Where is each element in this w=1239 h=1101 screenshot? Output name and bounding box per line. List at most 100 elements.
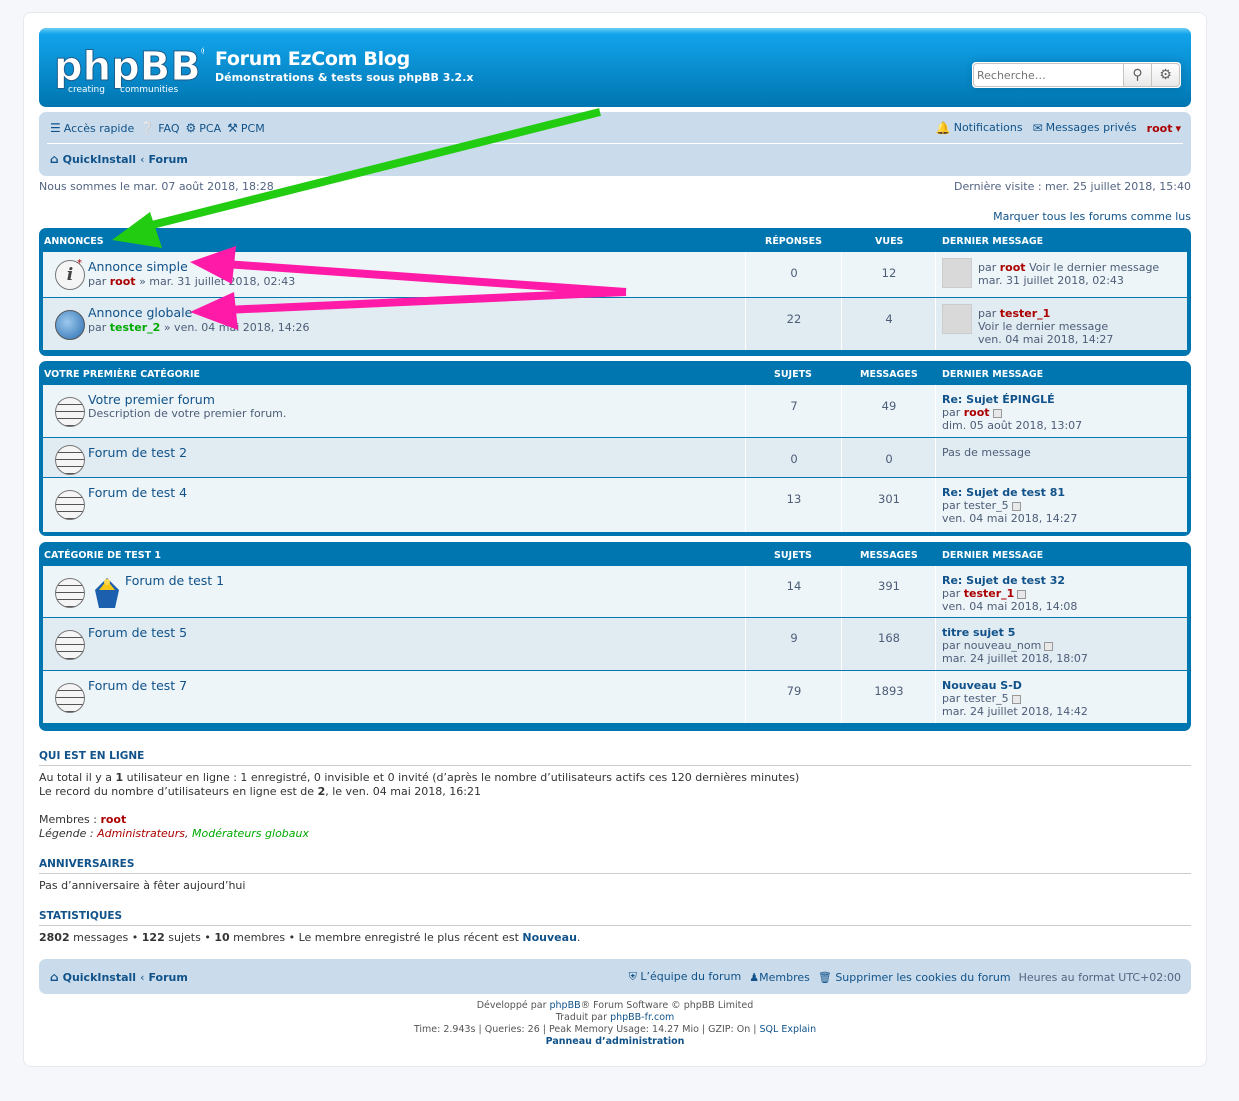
topic-title[interactable]: Annonce simple — [88, 259, 188, 274]
copyright: Développé par phpBB® Forum Software © ph… — [413, 1000, 817, 1047]
crumb-forum[interactable]: Forum — [148, 153, 187, 166]
phpbb-fr-link[interactable]: phpBB-fr.com — [610, 1012, 674, 1023]
forum-read-icon — [55, 397, 85, 427]
forum-title[interactable]: Votre premier forum — [88, 392, 215, 407]
search-input[interactable] — [973, 63, 1124, 87]
newest-member-link[interactable]: Nouveau — [522, 931, 576, 944]
announcements-header: Annonces — [44, 236, 104, 247]
statistics-section: Statistiques 2802 messages • 122 sujets … — [39, 910, 1191, 945]
forum-row: Forum de test 2 0 0 Pas de message — [43, 438, 1187, 478]
view-latest-post-link[interactable]: Voir le dernier message — [978, 320, 1108, 333]
topic-title[interactable]: Annonce globale — [88, 305, 192, 320]
notifications-link[interactable]: 🔔 Notifications — [936, 121, 1023, 135]
legend-mods[interactable]: Modérateurs globaux — [192, 827, 309, 840]
search-box: ⚲ ⚙ — [972, 62, 1181, 88]
birthdays-section: Anniversaires Pas d’anniversaire à fêter… — [39, 858, 1191, 893]
last-post-title[interactable]: Nouveau S-D — [942, 679, 1022, 692]
forum-row: Votre premier forum Description de votre… — [43, 385, 1187, 438]
goto-post-icon[interactable] — [1011, 694, 1021, 704]
category-header[interactable]: Votre première catégorie — [44, 369, 200, 380]
forum-read-icon — [55, 630, 85, 660]
forum-row: Forum de test 7 79 1893 Nouveau S-D par … — [43, 671, 1187, 723]
phpbb-logo[interactable]: phpBB ® creating communities — [54, 40, 210, 96]
category-box: Catégorie de test 1 Sujets Messages Dern… — [39, 542, 1191, 731]
site-description: Démonstrations & tests sous phpBB 3.2.x — [215, 71, 474, 84]
members-link[interactable]: ♟Membres — [749, 971, 810, 984]
last-post-title[interactable]: Re: Sujet de test 81 — [942, 486, 1065, 499]
acp-link[interactable]: ⚙ PCA — [186, 121, 222, 135]
forum-title[interactable]: Forum de test 2 — [88, 445, 187, 460]
category-box: Votre première catégorie Sujets Messages… — [39, 361, 1191, 536]
crumb-home[interactable]: QuickInstall — [63, 153, 136, 166]
current-time: Nous sommes le mar. 07 août 2018, 18:28 — [39, 180, 274, 193]
forum-title[interactable]: Forum de test 4 — [88, 485, 187, 500]
goto-post-icon[interactable] — [1017, 589, 1027, 599]
home-icon: ⌂ — [50, 970, 59, 984]
search-icon: ⚲ — [1132, 67, 1143, 83]
home-icon: ⌂ — [50, 152, 59, 166]
footer-navbar: ⌂ QuickInstall ‹ Forum ⛨ L’équipe du for… — [39, 959, 1191, 994]
search-button[interactable]: ⚲ — [1124, 63, 1152, 87]
gavel-icon: ⚒ — [227, 121, 238, 135]
topic-row: i * Annonce simple par root » mar. 31 ju… — [43, 252, 1187, 298]
site-title: Forum EzCom Blog — [215, 48, 410, 70]
gear-icon: ⚙ — [1159, 67, 1172, 83]
forum-row: Forum de test 5 9 168 titre sujet 5 par … — [43, 618, 1187, 671]
last-post-title[interactable]: Re: Sujet ÉPINGLÉ — [942, 393, 1055, 406]
legend-admins[interactable]: Administrateurs — [97, 827, 185, 840]
announcements-box: Annonces Réponses Vues Dernier message i… — [39, 228, 1191, 356]
private-messages-link[interactable]: ✉ Messages privés — [1033, 121, 1137, 135]
avatar — [942, 304, 972, 334]
goto-post-icon[interactable] — [1044, 641, 1054, 651]
users-icon: ♟ — [749, 970, 760, 984]
team-link[interactable]: ⛨ L’équipe du forum — [629, 970, 742, 984]
svg-text:creating: creating — [68, 85, 105, 95]
mcp-link[interactable]: ⚒ PCM — [227, 121, 265, 135]
inbox-icon: ✉ — [1032, 121, 1043, 135]
last-post-title[interactable]: titre sujet 5 — [942, 626, 1015, 639]
navbar: ☰ Accès rapide ❔ FAQ ⚙ PCA ⚒ PCM 🔔 Notificati… — [39, 112, 1191, 176]
phpbb-link[interactable]: phpBB — [550, 1000, 581, 1011]
user-menu[interactable]: root ▾ — [1147, 122, 1181, 135]
timezone-label: Heures au format UTC+02:00 — [1018, 970, 1181, 984]
forum-title[interactable]: Forum de test 1 — [125, 573, 224, 588]
svg-text:communities: communities — [120, 85, 178, 95]
quick-links-menu[interactable]: ☰ Accès rapide — [50, 121, 134, 135]
bell-icon: 🔔 — [935, 121, 951, 135]
forum-title[interactable]: Forum de test 7 — [88, 678, 187, 693]
last-visit: Dernière visite : mer. 25 juillet 2018, … — [954, 180, 1191, 193]
online-user[interactable]: root — [100, 813, 126, 826]
faq-link[interactable]: ❔ FAQ — [140, 121, 179, 135]
delete-cookies-link[interactable]: 🗑 Supprimer les cookies du forum — [818, 971, 1011, 984]
avatar — [942, 258, 972, 288]
author-link[interactable]: tester_2 — [110, 321, 161, 334]
forum-image-icon — [95, 578, 119, 608]
forum-title[interactable]: Forum de test 5 — [88, 625, 187, 640]
question-icon: ❔ — [140, 121, 156, 135]
goto-post-icon[interactable] — [1011, 501, 1021, 511]
shield-icon: ⛨ — [628, 970, 637, 983]
view-latest-post-link[interactable]: Voir le dernier message — [1029, 261, 1159, 274]
who-is-online-header[interactable]: Qui est en ligne — [39, 750, 144, 762]
advanced-search-button[interactable]: ⚙ — [1152, 63, 1180, 87]
mark-all-read-link[interactable]: Marquer tous les forums comme lus — [993, 210, 1191, 223]
author-link[interactable]: root — [110, 275, 136, 288]
forum-read-icon — [55, 578, 85, 608]
sql-explain-link[interactable]: SQL Explain — [760, 1024, 817, 1035]
who-is-online-section: Qui est en ligne Au total il y a 1 utili… — [39, 750, 1191, 841]
logo-text: phpBB — [54, 44, 201, 90]
svg-text:®: ® — [200, 47, 204, 57]
forum-read-icon — [55, 683, 85, 713]
topic-row: Annonce globale par tester_2 » ven. 04 m… — [43, 298, 1187, 350]
forum-row: Forum de test 4 13 301 Re: Sujet de test… — [43, 478, 1187, 532]
acp-footer-link[interactable]: Panneau d’administration — [546, 1036, 685, 1047]
forum-read-icon — [55, 490, 85, 520]
cogs-icon: ⚙ — [185, 121, 197, 135]
last-post-title[interactable]: Re: Sujet de test 32 — [942, 574, 1065, 587]
breadcrumb: ⌂ QuickInstall ‹ Forum — [50, 152, 188, 166]
forum-row: Forum de test 1 14 391 Re: Sujet de test… — [43, 566, 1187, 618]
caret-down-icon: ▾ — [1175, 121, 1181, 135]
category-header[interactable]: Catégorie de test 1 — [44, 550, 161, 561]
forum-read-icon — [55, 445, 85, 475]
goto-post-icon[interactable] — [992, 408, 1002, 418]
